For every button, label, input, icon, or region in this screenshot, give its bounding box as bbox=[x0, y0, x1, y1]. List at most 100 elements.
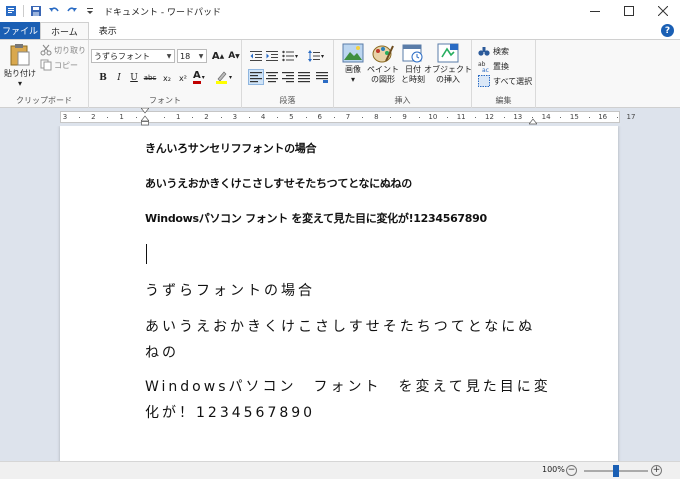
quick-access-divider bbox=[23, 5, 24, 17]
paint-palette-icon bbox=[372, 45, 394, 63]
insert-object-button[interactable]: オブジェクト の挿入 bbox=[424, 43, 472, 85]
shrink-font-button[interactable]: A ▼ bbox=[226, 48, 242, 64]
document-line[interactable]: あいうえおかきくけこさしすせそたちつてとなにぬねの bbox=[145, 175, 412, 191]
document-line[interactable]: きんいろサンセリフフォントの場合 bbox=[145, 140, 317, 156]
line-spacing-icon bbox=[308, 50, 320, 62]
align-right-icon bbox=[282, 72, 294, 83]
align-left-icon bbox=[250, 72, 262, 83]
increase-indent-button[interactable] bbox=[264, 48, 280, 64]
align-center-button[interactable] bbox=[264, 69, 280, 85]
ruler-tick bbox=[447, 117, 449, 118]
justify-button[interactable] bbox=[296, 69, 312, 85]
redo-icon[interactable] bbox=[64, 3, 80, 19]
insert-paint-drawing-button[interactable]: ペイント の図形 bbox=[366, 43, 400, 85]
ruler-number: 12 bbox=[485, 113, 494, 121]
customize-quick-access-icon[interactable] bbox=[82, 3, 98, 19]
chevron-down-icon: ▾ bbox=[229, 73, 233, 81]
ruler-number: 9 bbox=[402, 113, 407, 121]
undo-icon[interactable] bbox=[46, 3, 62, 19]
indent-marker-icon[interactable] bbox=[141, 108, 149, 126]
decrease-indent-button[interactable] bbox=[248, 48, 264, 64]
subscript-button[interactable]: x₂ bbox=[159, 70, 175, 86]
ruler-number: 11 bbox=[456, 113, 466, 121]
close-button[interactable] bbox=[646, 0, 680, 22]
document-area[interactable]: きんいろサンセリフフォントの場合 あいうえおかきくけこさしすせそたちつてとなにぬ… bbox=[0, 126, 680, 461]
zoom-in-button[interactable]: + bbox=[651, 465, 662, 476]
ruler-number: 4 bbox=[260, 113, 266, 121]
object-icon bbox=[437, 43, 459, 63]
text-cursor bbox=[146, 244, 147, 264]
zoom-slider-thumb[interactable] bbox=[613, 465, 619, 477]
chevron-down-icon: ▾ bbox=[350, 75, 355, 84]
ruler-number: 5 bbox=[289, 113, 294, 121]
insert-group-label: 挿入 bbox=[394, 96, 411, 105]
ruler-number: 14 bbox=[541, 113, 551, 121]
paste-dropdown-arrow[interactable]: ▾ bbox=[18, 79, 22, 89]
find-button[interactable]: 検索 bbox=[478, 45, 509, 57]
align-left-button[interactable] bbox=[248, 69, 264, 85]
ruler-number: 2 bbox=[91, 113, 96, 121]
underline-button[interactable]: U bbox=[126, 70, 142, 86]
ruler-number: 7 bbox=[345, 113, 351, 121]
increase-indent-icon bbox=[266, 51, 278, 61]
list-style-button[interactable]: ▾ bbox=[282, 50, 298, 62]
ribbon: 貼り付け ▾ 切り取り コピー クリップボード うずらフォント ▼ 18 ▼ A… bbox=[0, 39, 680, 108]
document-line[interactable]: あいうえおかきくけこさしすせそたちつてとなにぬ bbox=[145, 316, 535, 336]
ruler-tick bbox=[135, 117, 137, 118]
ruler-tick bbox=[503, 117, 505, 118]
document-line[interactable]: 化が！1234567890 bbox=[145, 402, 315, 422]
bold-button[interactable]: B bbox=[95, 70, 111, 86]
insert-picture-button[interactable]: 画像 ▾ bbox=[340, 43, 366, 85]
insert-group: 画像 ▾ ペイント の図形 日付 と時刻 オブジェクト の挿入 挿入 bbox=[334, 40, 472, 108]
font-size-select[interactable]: 18 ▼ bbox=[177, 49, 207, 63]
tab-home[interactable]: ホーム bbox=[40, 22, 89, 39]
italic-button[interactable]: I bbox=[111, 70, 127, 86]
insert-date-time-button[interactable]: 日付 と時刻 bbox=[400, 43, 426, 85]
ruler-tick bbox=[305, 117, 307, 118]
align-center-icon bbox=[266, 72, 278, 83]
replace-button[interactable]: ab ac 置換 bbox=[478, 60, 509, 72]
zoom-out-button[interactable]: − bbox=[566, 465, 577, 476]
superscript-button[interactable]: x² bbox=[175, 70, 191, 86]
select-all-button[interactable]: すべて選択 bbox=[478, 75, 532, 87]
status-bar: 100% − + bbox=[0, 461, 680, 479]
copy-icon bbox=[40, 59, 52, 71]
paste-button[interactable]: 貼り付け ▾ bbox=[4, 43, 36, 89]
highlight-color-button[interactable]: ▾ bbox=[215, 70, 232, 84]
svg-text:ac: ac bbox=[482, 67, 489, 72]
document-line[interactable]: Windowsパソコン フォント を変えて見た目に変 bbox=[145, 376, 551, 396]
line-spacing-button[interactable]: ▾ bbox=[308, 50, 324, 62]
font-group-label: フォント bbox=[149, 96, 181, 105]
help-icon[interactable]: ? bbox=[661, 24, 674, 37]
ruler-tick bbox=[418, 117, 420, 118]
ruler-number: 1 bbox=[119, 113, 124, 121]
chevron-down-icon: ▾ bbox=[295, 52, 299, 60]
align-right-button[interactable] bbox=[280, 69, 296, 85]
ruler-area: 3 2 1 1 2 3 4 5 6 7 8 9 10 11 12 13 14 15 16 17 bbox=[0, 108, 680, 126]
grow-font-button[interactable]: A ▲ bbox=[210, 48, 226, 64]
paragraph-group: ▾ ▾ 段落 bbox=[242, 40, 334, 108]
right-indent-marker-icon[interactable] bbox=[529, 116, 537, 126]
font-family-select[interactable]: うずらフォント ▼ bbox=[91, 49, 175, 63]
document-line[interactable]: うずらフォントの場合 bbox=[145, 280, 315, 300]
ruler-number: 2 bbox=[204, 113, 209, 121]
ruler-tick bbox=[588, 117, 590, 118]
document-line[interactable]: Windowsパソコン フォント を変えて見た目に変化が!1234567890 bbox=[145, 210, 487, 226]
font-color-button[interactable]: A ▾ bbox=[193, 70, 205, 84]
copy-button[interactable]: コピー bbox=[40, 59, 78, 71]
maximize-button[interactable] bbox=[612, 0, 646, 22]
document-page[interactable]: きんいろサンセリフフォントの場合 あいうえおかきくけこさしすせそたちつてとなにぬ… bbox=[60, 126, 618, 461]
replace-icon: abac bbox=[478, 61, 489, 72]
chevron-down-icon: ▾ bbox=[201, 73, 205, 81]
ruler-number: 13 bbox=[513, 113, 523, 121]
save-icon[interactable] bbox=[28, 3, 44, 19]
wordpad-app-icon[interactable] bbox=[3, 3, 19, 19]
paragraph-settings-button[interactable] bbox=[314, 69, 330, 85]
quick-access-toolbar bbox=[0, 3, 98, 19]
tab-view[interactable]: 表示 bbox=[89, 22, 127, 39]
cut-button[interactable]: 切り取り bbox=[40, 44, 86, 56]
tab-file[interactable]: ファイル bbox=[0, 22, 40, 39]
strikethrough-button[interactable]: abc bbox=[142, 70, 158, 86]
minimize-button[interactable] bbox=[578, 0, 612, 22]
document-line[interactable]: ねの bbox=[145, 342, 179, 362]
